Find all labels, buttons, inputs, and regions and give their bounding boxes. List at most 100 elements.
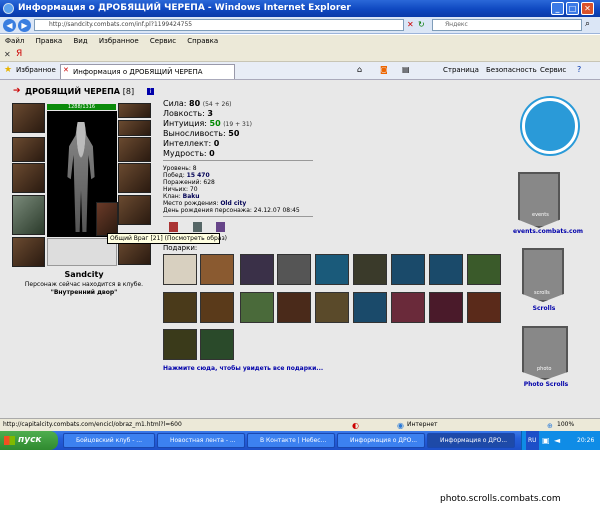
arrow-icon: ➔ [13, 86, 21, 96]
minimize-button[interactable]: _ [551, 2, 564, 15]
task-fightclub[interactable]: Бойцовский клуб - ... [63, 433, 155, 448]
events-link[interactable]: events.combats.com [508, 228, 588, 235]
tools-menu[interactable]: Сервис [540, 64, 566, 77]
info-birthday: День рождения персонажа: 24.12.07 08:45 [163, 207, 300, 214]
window-title-bar[interactable]: Информация о ДРОБЯЩИЙ ЧЕРЕПА - Windows I… [0, 0, 600, 17]
page-menu[interactable]: Страница [443, 64, 479, 77]
gift-item[interactable] [240, 292, 274, 323]
network-icon[interactable]: ▣ [542, 431, 550, 450]
gift-item[interactable] [200, 329, 234, 360]
location-room: "Внутренний двор" [50, 289, 118, 296]
task-info-2[interactable]: Информация о ДРО... [427, 433, 515, 448]
leggings-slot[interactable] [118, 195, 151, 225]
language-indicator[interactable]: RU [526, 431, 539, 450]
gift-item[interactable] [467, 254, 501, 285]
gift-item[interactable] [391, 254, 425, 285]
watermark: photo.scrolls.combats.com [440, 494, 561, 504]
gift-item[interactable] [277, 292, 311, 323]
shield-slot[interactable] [118, 163, 151, 193]
gift-item[interactable] [429, 254, 463, 285]
gift-item[interactable] [240, 254, 274, 285]
close-toolbar-icon[interactable]: ✕ [4, 50, 11, 59]
bracer-slot[interactable] [12, 137, 45, 162]
info-birthplace: Место рождения: Old city [163, 200, 247, 207]
forward-icon[interactable]: ▶ [18, 19, 31, 32]
info-draws: Ничьих: 70 [163, 186, 198, 193]
refresh-icon[interactable]: ↻ [418, 20, 425, 29]
menu-edit[interactable]: Правка [36, 37, 63, 45]
home-icon[interactable]: ⌂ [357, 65, 362, 74]
gift-item[interactable] [391, 292, 425, 323]
helmet-slot[interactable] [12, 103, 45, 133]
volume-icon[interactable]: ◄ [554, 431, 560, 450]
print-icon[interactable]: ▤ [402, 65, 410, 74]
gift-item[interactable] [315, 292, 349, 323]
gift-item[interactable] [163, 329, 197, 360]
clock[interactable]: 20:26 [577, 431, 594, 450]
status-bar: http://capitalcity.combats.com/encicl/ob… [0, 418, 600, 431]
earring-slot[interactable] [118, 103, 151, 118]
feeds-icon[interactable]: ◙ [380, 65, 388, 74]
status-zone: Интернет [407, 421, 438, 428]
maximize-button[interactable]: □ [566, 2, 579, 15]
gift-item[interactable] [315, 254, 349, 285]
gift-item[interactable] [353, 254, 387, 285]
events-banner-text: events [532, 212, 549, 218]
url-input[interactable]: http://sandcity.combats.com/inf.pl?11994… [34, 19, 404, 31]
gift-item[interactable] [163, 254, 197, 285]
menu-help[interactable]: Справка [187, 37, 218, 45]
gift-item[interactable] [200, 292, 234, 323]
yandex-icon[interactable]: Я [16, 49, 22, 59]
pet-slot[interactable] [96, 202, 118, 236]
menu-tools[interactable]: Сервис [150, 37, 176, 45]
system-tray: RU ▣ ◄ 20:26 [521, 431, 600, 450]
stop-icon[interactable]: ✕ [407, 20, 414, 29]
gift-item[interactable] [429, 292, 463, 323]
help-icon[interactable]: ? [577, 65, 581, 74]
all-gifts-link[interactable]: Нажмите сюда, чтобы увидеть все подарки.… [163, 365, 323, 372]
task-vkontakte[interactable]: В Контакте | Небес... [247, 433, 335, 448]
back-icon[interactable]: ◀ [3, 19, 16, 32]
photo-scrolls-link[interactable]: Photo Scrolls [515, 381, 577, 388]
menu-file[interactable]: Файл [5, 37, 24, 45]
close-button[interactable]: ✕ [581, 2, 594, 15]
info-icon[interactable]: i [147, 88, 154, 95]
gift-item[interactable] [277, 254, 311, 285]
task-newsfeed[interactable]: Новостная лента - ... [157, 433, 245, 448]
search-icon[interactable]: ⌕ [585, 19, 590, 29]
amulet-slot[interactable] [118, 120, 151, 136]
status-url: http://capitalcity.combats.com/encicl/ob… [3, 421, 182, 428]
gift-item[interactable] [467, 292, 501, 323]
task-info-1[interactable]: Информация о ДРО... [337, 433, 425, 448]
scrolls-link[interactable]: Scrolls [520, 305, 568, 312]
search-input[interactable]: Яндекс [432, 19, 582, 31]
medal-icon[interactable] [216, 222, 225, 232]
medal-icon[interactable] [169, 222, 178, 232]
info-losses: Поражений: 628 [163, 179, 215, 186]
menu-favorites[interactable]: Избранное [99, 37, 139, 45]
weapon-slot[interactable] [12, 163, 45, 193]
gloves-slot[interactable] [118, 137, 151, 162]
medal-icon[interactable] [193, 222, 202, 232]
favorites-button[interactable]: Избранное [3, 64, 56, 77]
location-text: Персонаж сейчас находится в клубе. [24, 281, 144, 288]
tooltip: Общий Враг [21] (Посмотреть образ) [107, 233, 227, 244]
divider [163, 216, 313, 217]
security-menu[interactable]: Безопасность [486, 64, 537, 77]
tab-favicon-icon: ✕ [63, 66, 69, 74]
tab-active[interactable]: Информация о ДРОБЯЩИЙ ЧЕРЕПА [60, 64, 235, 79]
character-name: ДРОБЯЩИЙ ЧЕРЕПА [8] [25, 87, 135, 96]
zoom-level[interactable]: 100% [557, 419, 574, 431]
events-banner-icon[interactable] [518, 172, 560, 228]
divider [163, 160, 313, 161]
stat-intellect: Интеллект: 0 [163, 139, 220, 148]
menu-view[interactable]: Вид [73, 37, 87, 45]
belt-slot[interactable] [12, 237, 45, 267]
armor-slot[interactable] [12, 195, 45, 235]
gift-item[interactable] [163, 292, 197, 323]
gift-item[interactable] [200, 254, 234, 285]
combats-logo-icon[interactable] [522, 98, 578, 154]
gift-item[interactable] [353, 292, 387, 323]
stat-agility: Ловкость: 3 [163, 109, 213, 118]
stat-endurance: Выносливость: 50 [163, 129, 240, 138]
